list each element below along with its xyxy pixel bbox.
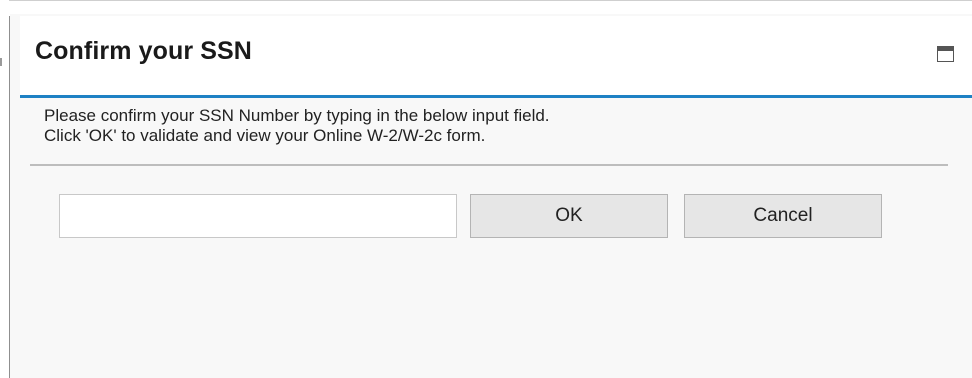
screen: Confirm your SSN Please confirm your SSN…	[0, 0, 972, 378]
dialog-message: Please confirm your SSN Number by typing…	[44, 106, 550, 146]
message-line-2: Click 'OK' to validate and view your Onl…	[44, 126, 486, 145]
message-line-1: Please confirm your SSN Number by typing…	[44, 106, 550, 125]
dialog-title: Confirm your SSN	[35, 37, 252, 65]
content-separator	[30, 164, 948, 166]
ok-button[interactable]: OK	[470, 194, 668, 238]
cancel-button[interactable]: Cancel	[684, 194, 882, 238]
background-edge-top	[9, 0, 972, 1]
restore-window-icon[interactable]	[937, 46, 954, 62]
dialog-titlebar: Confirm your SSN	[20, 16, 972, 98]
background-tick	[0, 58, 2, 66]
ssn-input[interactable]	[59, 194, 457, 238]
